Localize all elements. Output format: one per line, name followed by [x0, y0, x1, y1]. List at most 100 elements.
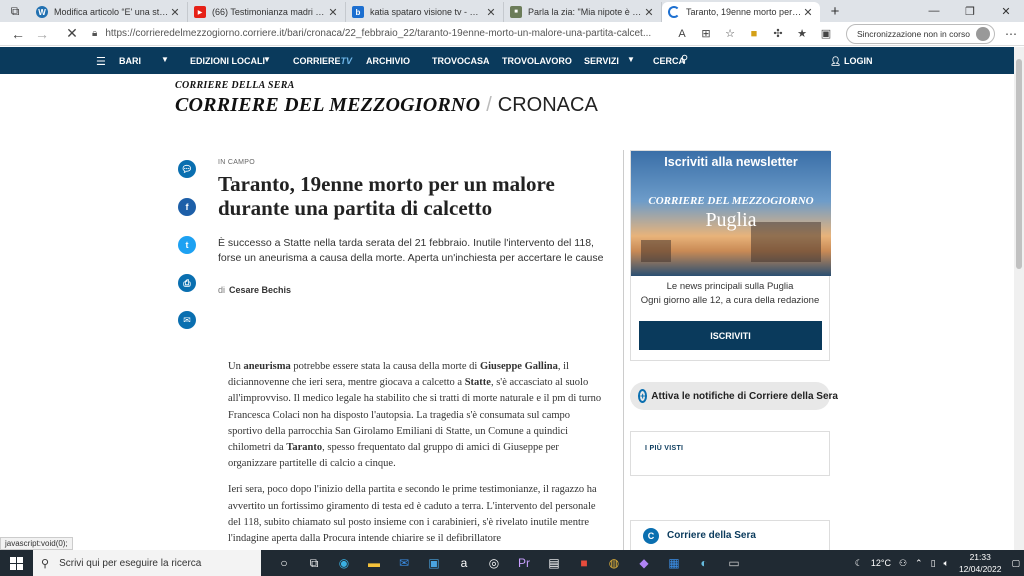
nav-item-archivio[interactable]: ARCHIVIO — [366, 56, 410, 66]
cortana-icon[interactable]: ○ — [269, 550, 299, 576]
close-window-icon[interactable]: ✕ — [988, 0, 1024, 22]
terminal-icon[interactable]: ▤ — [539, 550, 569, 576]
url-field[interactable]: 🔒︎ https://corrieredelmezzogiorno.corrie… — [92, 24, 664, 44]
scrollbar-thumb[interactable] — [1016, 59, 1022, 269]
address-bar-row: ← → ✕ 🔒︎ https://corrieredelmezzogiorno.… — [0, 22, 1024, 46]
search-icon[interactable]: ⚲ — [681, 54, 688, 65]
chat-icon[interactable]: ▭ — [719, 550, 749, 576]
collections-icon[interactable]: ▣ — [814, 27, 838, 40]
chevron-down-icon[interactable]: ▼ — [263, 55, 271, 64]
office-icon[interactable]: ■ — [569, 550, 599, 576]
newsletter-title: Iscriviti alla newsletter — [664, 155, 798, 169]
notifications-button[interactable]: + Attiva le notifiche di Corriere della … — [630, 382, 838, 410]
outlook-icon[interactable]: ▦ — [659, 550, 689, 576]
browser-tab[interactable]: W Modifica articolo “E' una stage o ✕ — [30, 2, 188, 22]
favorite-star-icon[interactable]: ☆ — [718, 27, 742, 40]
author-name[interactable]: Cesare Bechis — [229, 285, 291, 295]
extensions-puzzle-icon[interactable]: ✣ — [766, 27, 790, 40]
windows-start-icon[interactable] — [0, 550, 33, 576]
print-icon[interactable]: ⎙ — [178, 274, 196, 292]
back-icon[interactable]: ← — [6, 22, 30, 46]
nav-item-trovocasa[interactable]: TROVOCASA — [432, 56, 490, 66]
corriere-della-sera-box[interactable]: C Corriere della Sera — [630, 520, 830, 550]
most-viewed-title: I PIÙ VISTI — [645, 445, 684, 452]
toolbar-icons: A ⊞ ☆ ■ ✣ ★ ▣ — [670, 27, 838, 41]
section-title[interactable]: CRONACA — [498, 94, 598, 117]
task-view-icon[interactable]: ⧉ — [299, 550, 329, 576]
masthead: CORRIERE DEL MEZZOGIORNO / CRONACA — [175, 94, 598, 117]
notification-center-icon[interactable]: ▢ — [1011, 558, 1020, 569]
article-summary: È successo a Statte nella tarda serata d… — [218, 237, 604, 264]
network-icon[interactable]: ▯ — [931, 558, 936, 569]
media-icon[interactable]: ◎ — [479, 550, 509, 576]
browser-tab[interactable]: b katia spataro visione tv - Cerca ✕ — [346, 2, 504, 22]
comment-icon[interactable]: 💬︎ — [178, 160, 196, 178]
login-link[interactable]: LOGIN — [844, 56, 873, 66]
nav-item-edizioni-locali[interactable]: EDIZIONI LOCALI — [190, 56, 265, 66]
youtube-icon: ▶ — [194, 6, 206, 18]
forward-icon[interactable]: → — [30, 22, 54, 46]
article-paragraph: Ieri sera, poco dopo l'inizio della part… — [228, 484, 597, 545]
chevron-down-icon[interactable]: ▼ — [161, 55, 169, 64]
chevron-up-icon[interactable]: ⌃ — [915, 558, 923, 569]
facebook-icon[interactable]: f — [178, 198, 196, 216]
sync-button[interactable]: Sincronizzazione non in corso — [846, 23, 995, 44]
nav-corriere-label: CORRIERE — [293, 56, 341, 66]
wordpress-icon: W — [36, 6, 48, 18]
new-tab-icon[interactable]: + — [820, 0, 850, 22]
app-icon[interactable]: ◆ — [629, 550, 659, 576]
building-shape — [641, 240, 671, 262]
file-explorer-icon[interactable]: ▬ — [359, 550, 389, 576]
close-tab-icon[interactable]: ✕ — [327, 6, 339, 19]
most-viewed-box: I PIÙ VISTI — [630, 431, 830, 476]
extension-icon[interactable]: ■ — [742, 27, 766, 40]
chrome-icon[interactable]: ◍ — [599, 550, 629, 576]
volume-icon[interactable]: 🔈︎ — [944, 558, 949, 569]
tab-title: Taranto, 19enne morto per un m — [686, 7, 802, 17]
amazon-icon[interactable]: a — [449, 550, 479, 576]
minimize-icon[interactable]: — — [916, 0, 952, 22]
hamburger-menu-icon[interactable]: ☰ — [96, 55, 106, 68]
taskbar-apps: ○ ⧉ ◉ ▬ ✉ ▣ a ◎ Pr ▤ ■ ◍ ◆ ▦ ◐ ▭ — [269, 550, 749, 576]
people-icon[interactable]: ⚇ — [899, 558, 907, 569]
more-menu-icon[interactable]: ⋯ — [999, 27, 1023, 41]
chevron-down-icon[interactable]: ▼ — [627, 55, 635, 64]
favorites-icon[interactable]: ★ — [790, 27, 814, 40]
url-text: https://corrieredelmezzogiorno.corriere.… — [105, 28, 652, 39]
newsletter-desc-line: Le news principali sulla Puglia — [666, 281, 794, 292]
taskbar-search[interactable]: ⚲ Scrivi qui per eseguire la ricerca — [33, 550, 261, 576]
subscribe-button[interactable]: ISCRIVITI — [639, 321, 822, 350]
email-icon[interactable]: ✉ — [178, 311, 196, 329]
corriere-della-sera-logo[interactable]: CORRIERE DELLA SERA — [175, 80, 295, 91]
edge-icon[interactable]: ◉ — [329, 550, 359, 576]
nav-item-corriere-tv[interactable]: CORRIERETV — [293, 56, 352, 66]
twitter-icon[interactable]: t — [178, 236, 196, 254]
photos-icon[interactable]: ▣ — [419, 550, 449, 576]
clock[interactable]: 21:33 12/04/2022 — [959, 551, 1002, 575]
browser-tab[interactable]: ■ Parla la zia: "Mia nipote è morta ✕ — [504, 2, 662, 22]
maximize-icon[interactable]: ❐ — [952, 0, 988, 22]
close-tab-icon[interactable]: ✕ — [485, 6, 497, 19]
site-logo[interactable]: CORRIERE DEL MEZZOGIORNO — [175, 94, 480, 117]
close-tab-icon[interactable]: ✕ — [802, 6, 814, 19]
nav-item-bari[interactable]: BARI — [119, 56, 141, 66]
close-tab-icon[interactable]: ✕ — [643, 6, 655, 19]
loading-spinner-icon — [668, 6, 680, 18]
mail-icon[interactable]: ✉ — [389, 550, 419, 576]
text: potrebbe essere stata la causa della mor… — [290, 361, 480, 372]
weather-moon-icon[interactable]: ☾ — [855, 558, 863, 569]
browser-tab-active[interactable]: Taranto, 19enne morto per un m ✕ — [662, 2, 820, 22]
nav-item-servizi[interactable]: SERVIZI — [584, 56, 619, 66]
premiere-icon[interactable]: Pr — [509, 550, 539, 576]
page-scrollbar[interactable] — [1014, 47, 1024, 550]
temperature[interactable]: 12°C — [871, 558, 891, 568]
vpn-icon[interactable]: ◐ — [689, 550, 719, 576]
app-available-icon[interactable]: ⊞ — [694, 27, 718, 40]
nav-item-trovolavoro[interactable]: TROVOLAVORO — [502, 56, 572, 66]
stop-loading-icon[interactable]: ✕ — [60, 22, 84, 46]
close-tab-icon[interactable]: ✕ — [169, 6, 181, 19]
browser-tab[interactable]: ▶ (66) Testimonianza madri di Tra: ✕ — [188, 2, 346, 22]
tab-actions-icon[interactable]: ⧉ — [0, 0, 30, 22]
user-icon[interactable]: 👤︎ — [830, 56, 841, 67]
read-aloud-icon[interactable]: A — [670, 27, 694, 40]
